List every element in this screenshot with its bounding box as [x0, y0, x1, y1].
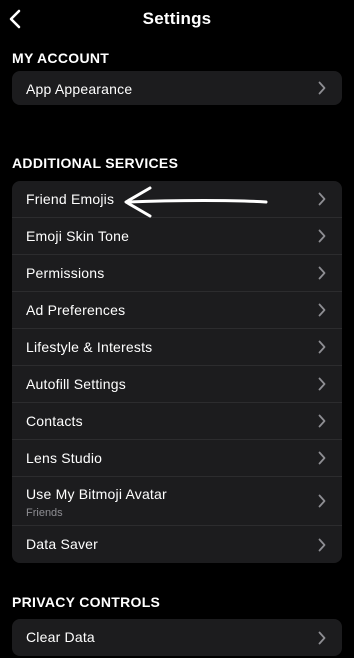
chevron-right-icon — [318, 494, 326, 508]
chevron-right-icon — [318, 303, 326, 317]
chevron-right-icon — [318, 414, 326, 428]
settings-item-sublabel: Friends — [26, 507, 63, 519]
settings-item-friend-emojis[interactable]: Friend Emojis — [12, 181, 342, 218]
settings-item-label: Clear Data — [26, 629, 95, 645]
chevron-right-icon — [318, 631, 326, 644]
chevron-right-icon — [318, 377, 326, 391]
settings-item-autofill-settings[interactable]: Autofill Settings — [12, 366, 342, 403]
settings-item-label: Use My Bitmoji Avatar — [26, 486, 167, 502]
chevron-right-icon — [318, 229, 326, 243]
settings-item-label: Ad Preferences — [26, 302, 126, 318]
section-header-privacy-controls: PRIVACY CONTROLS — [12, 594, 161, 610]
settings-item-clear-data[interactable]: Clear Data — [12, 619, 342, 656]
chevron-right-icon — [318, 451, 326, 465]
settings-item-label: Permissions — [26, 265, 105, 281]
settings-item-label: Lifestyle & Interests — [26, 339, 153, 355]
settings-item-permissions[interactable]: Permissions — [12, 255, 342, 292]
additional-services-group: Friend Emojis Emoji Skin Tone Permission… — [12, 181, 342, 563]
settings-item-contacts[interactable]: Contacts — [12, 403, 342, 440]
settings-item-use-my-bitmoji-avatar[interactable]: Use My Bitmoji Avatar Friends — [12, 477, 342, 526]
navigation-header: Settings — [0, 0, 354, 40]
settings-item-lifestyle-interests[interactable]: Lifestyle & Interests — [12, 329, 342, 366]
privacy-controls-group: Clear Data — [12, 619, 342, 656]
chevron-right-icon — [318, 81, 326, 95]
my-account-group: App Appearance — [12, 71, 342, 105]
settings-item-emoji-skin-tone[interactable]: Emoji Skin Tone — [12, 218, 342, 255]
chevron-right-icon — [318, 192, 326, 206]
section-header-additional-services: ADDITIONAL SERVICES — [12, 155, 179, 171]
settings-item-label: Data Saver — [26, 536, 99, 552]
chevron-right-icon — [318, 340, 326, 354]
settings-item-label: Autofill Settings — [26, 376, 126, 392]
chevron-right-icon — [318, 538, 326, 551]
settings-item-app-appearance[interactable]: App Appearance — [12, 71, 342, 105]
settings-item-label: Lens Studio — [26, 450, 103, 466]
settings-item-label: App Appearance — [26, 81, 133, 97]
settings-item-ad-preferences[interactable]: Ad Preferences — [12, 292, 342, 329]
settings-item-data-saver[interactable]: Data Saver — [12, 526, 342, 563]
section-header-my-account: MY ACCOUNT — [12, 50, 110, 66]
page-title: Settings — [142, 9, 212, 28]
settings-item-label: Friend Emojis — [26, 191, 115, 207]
chevron-right-icon — [318, 266, 326, 280]
settings-item-lens-studio[interactable]: Lens Studio — [12, 440, 342, 477]
settings-item-label: Emoji Skin Tone — [26, 228, 130, 244]
settings-item-label: Contacts — [26, 413, 83, 429]
